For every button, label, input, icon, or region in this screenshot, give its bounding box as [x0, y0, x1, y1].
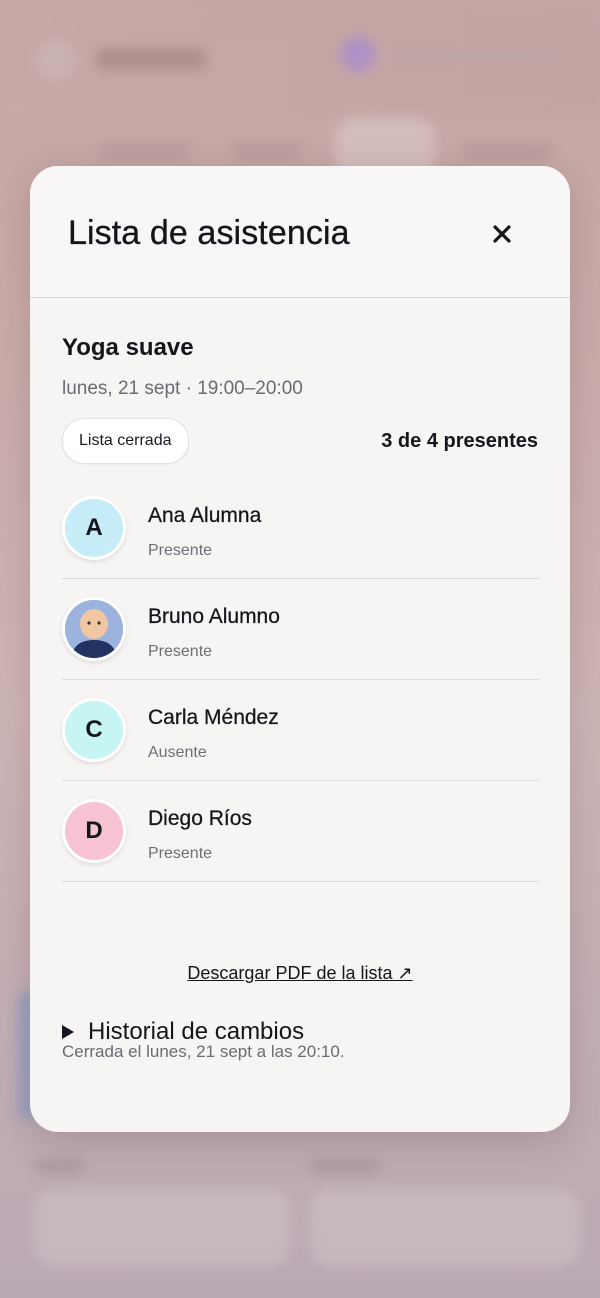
- attendee-name: Ana Alumna: [148, 504, 262, 527]
- modal-title: Lista de asistencia: [68, 214, 350, 252]
- list-item: A Ana Alumna Presente: [62, 478, 539, 579]
- avatar: A: [62, 496, 126, 560]
- attendee-status: Ausente: [148, 744, 207, 761]
- modal-header: Lista de asistencia: [30, 166, 570, 298]
- download-pdf-link[interactable]: Descargar PDF de la lista ↗: [30, 963, 570, 984]
- attendee-status: Presente: [148, 845, 213, 862]
- triangle-right-icon: [62, 1025, 74, 1039]
- status-badge: Lista cerrada: [62, 418, 189, 464]
- list-item: D Diego Ríos Presente: [62, 781, 539, 882]
- class-name: Yoga suave: [62, 334, 194, 361]
- avatar-initial: D: [85, 817, 103, 844]
- list-item: Bruno Alumno Presente: [62, 579, 539, 680]
- history-label: Historial de cambios: [88, 1018, 305, 1045]
- attendee-status: Presente: [148, 643, 213, 660]
- attendee-name: Bruno Alumno: [148, 605, 280, 628]
- avatar: C: [62, 698, 126, 762]
- avatar: D: [62, 799, 126, 863]
- history-toggle[interactable]: Historial de cambios: [62, 1018, 304, 1046]
- present-count: 3 de 4 presentes: [381, 430, 538, 452]
- close-button[interactable]: [484, 216, 520, 252]
- attendee-name: Diego Ríos: [148, 807, 252, 830]
- attendee-list: A Ana Alumna Presente Bruno Alumno Prese…: [62, 478, 539, 882]
- list-item: C Carla Méndez Ausente: [62, 680, 539, 781]
- attendance-modal: Lista de asistencia Yoga suave lunes, 21…: [30, 166, 570, 1132]
- avatar: [62, 597, 126, 661]
- attendee-status: Presente: [148, 542, 213, 559]
- avatar-initial: A: [85, 514, 103, 541]
- avatar-initial: C: [85, 716, 103, 743]
- user-photo-icon: [65, 600, 123, 658]
- attendee-name: Carla Méndez: [148, 706, 279, 729]
- close-icon: [493, 225, 511, 243]
- class-datetime: lunes, 21 sept · 19:00–20:00: [62, 378, 303, 399]
